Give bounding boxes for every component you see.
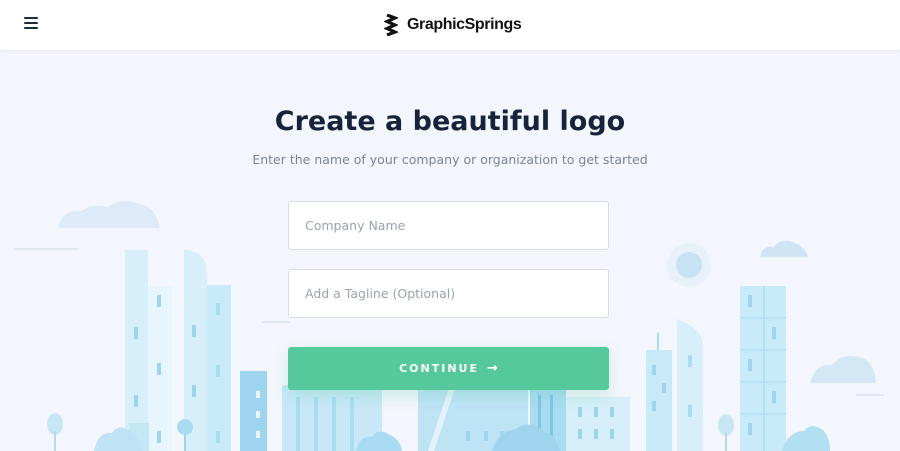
brand-logo[interactable]: GraphicSprings <box>384 13 522 37</box>
company-name-input[interactable] <box>288 201 609 250</box>
top-navbar: GraphicSprings <box>0 0 900 50</box>
continue-label: CONTINUE <box>399 362 479 375</box>
tagline-input[interactable] <box>288 269 609 318</box>
page-title: Create a beautiful logo <box>274 106 626 137</box>
page-subtitle: Enter the name of your company or organi… <box>252 152 648 167</box>
hamburger-menu-icon[interactable] <box>24 17 42 33</box>
arrow-right-icon: → <box>486 361 498 376</box>
brand-name: GraphicSprings <box>407 16 522 33</box>
graphicsprings-logo-icon <box>384 14 398 36</box>
continue-button[interactable]: CONTINUE → <box>288 347 609 390</box>
